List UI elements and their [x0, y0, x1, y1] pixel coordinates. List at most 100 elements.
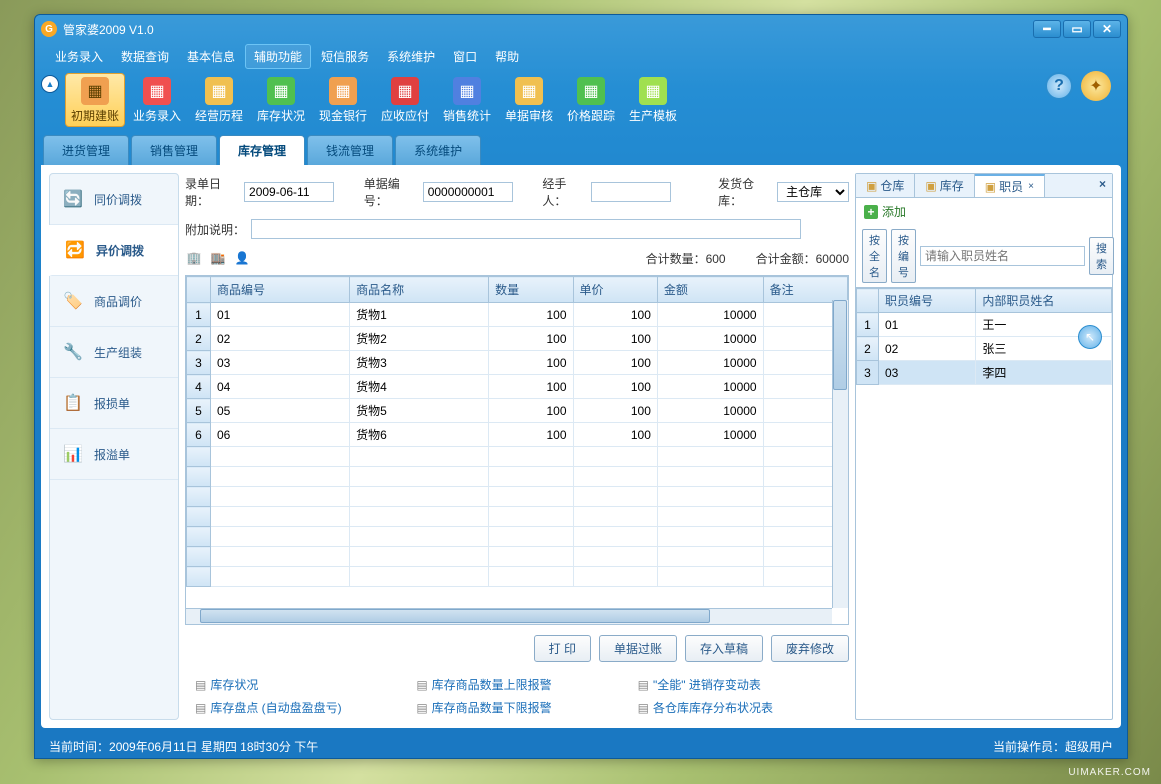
person-icon[interactable]: 👤 — [233, 249, 251, 267]
nav-item-3[interactable]: 🔧生产组装 — [50, 327, 178, 378]
minimize-button[interactable]: ━ — [1033, 20, 1061, 38]
table-row[interactable]: 202货物210010010000 — [187, 327, 848, 351]
grid-header-2[interactable]: 商品名称 — [350, 277, 489, 303]
date-input[interactable] — [244, 182, 334, 202]
close-button[interactable]: ✕ — [1093, 20, 1121, 38]
toolbar-btn-5[interactable]: ▦应收应付 — [375, 73, 435, 127]
rgrid-header-2[interactable]: 内部职员姓名 — [976, 289, 1112, 313]
right-tab-1[interactable]: ▣库存 — [915, 174, 974, 197]
quick-link-3[interactable]: ▤库存盘点 (自动盘盈盘亏) — [195, 699, 396, 716]
quick-link-5[interactable]: ▤各仓库库存分布状况表 — [638, 699, 839, 716]
grid-header-5[interactable]: 金额 — [657, 277, 763, 303]
menu-6[interactable]: 窗口 — [445, 45, 485, 68]
right-tab-0[interactable]: ▣仓库 — [856, 174, 915, 197]
menu-1[interactable]: 数据查询 — [113, 45, 177, 68]
note-input[interactable] — [251, 219, 801, 239]
table-row-empty[interactable] — [187, 487, 848, 507]
quick-link-1[interactable]: ▤库存商品数量上限报警 — [416, 676, 617, 693]
table-row-empty[interactable] — [187, 507, 848, 527]
toolbar-btn-7[interactable]: ▦单据审核 — [499, 73, 559, 127]
employee-grid: 职员编号内部职员姓名101王一202张三303李四 ↖ — [856, 287, 1112, 719]
building2-icon[interactable]: 🏬 — [209, 249, 227, 267]
search-button[interactable]: 搜索 — [1089, 237, 1114, 275]
toolbar-icon-5: ▦ — [391, 77, 419, 105]
doc-input[interactable] — [423, 182, 513, 202]
grid-header-4[interactable]: 单价 — [573, 277, 657, 303]
nav-icon-2: 🏷️ — [62, 290, 84, 312]
quick-link-0[interactable]: ▤库存状况 — [195, 676, 396, 693]
building1-icon[interactable]: 🏢 — [185, 249, 203, 267]
menu-2[interactable]: 基本信息 — [179, 45, 243, 68]
toolbar-btn-0[interactable]: ▦初期建账 — [65, 73, 125, 127]
nav-item-4[interactable]: 📋报损单 — [50, 378, 178, 429]
menu-7[interactable]: 帮助 — [487, 45, 527, 68]
arrow-up-icon[interactable]: ↖ — [1078, 325, 1102, 349]
rgrid-header-1[interactable]: 职员编号 — [879, 289, 976, 313]
toolbar-btn-6[interactable]: ▦销售统计 — [437, 73, 497, 127]
action-btn-3[interactable]: 废弃修改 — [771, 635, 849, 662]
main-tab-0[interactable]: 进货管理 — [43, 135, 129, 165]
collapse-toolbar-icon[interactable]: ▲ — [41, 75, 59, 93]
table-row[interactable]: 505货物510010010000 — [187, 399, 848, 423]
add-button[interactable]: + 添加 — [856, 198, 1112, 225]
menu-4[interactable]: 短信服务 — [313, 45, 377, 68]
warehouse-select[interactable]: 主仓库 — [777, 182, 849, 202]
main-grid: 商品编号商品名称数量单价金额备注101货物110010010000202货物21… — [185, 275, 849, 625]
table-row-empty[interactable] — [187, 567, 848, 587]
status-time-label: 当前时间： — [49, 738, 109, 755]
link-icon: ▤ — [638, 678, 649, 692]
menu-0[interactable]: 业务录入 — [47, 45, 111, 68]
table-row[interactable]: 606货物610010010000 — [187, 423, 848, 447]
toolbar-btn-8[interactable]: ▦价格跟踪 — [561, 73, 621, 127]
toolbar-btn-4[interactable]: ▦现金银行 — [313, 73, 373, 127]
search-input[interactable] — [920, 246, 1085, 266]
action-btn-2[interactable]: 存入草稿 — [685, 635, 763, 662]
help-icon[interactable]: ? — [1045, 72, 1073, 100]
handler-input[interactable] — [591, 182, 671, 202]
tab-close-icon[interactable]: × — [1028, 181, 1034, 192]
main-tab-1[interactable]: 销售管理 — [131, 135, 217, 165]
quick-link-4[interactable]: ▤库存商品数量下限报警 — [416, 699, 617, 716]
panel-close-icon[interactable]: × — [1099, 177, 1106, 191]
right-tab-2[interactable]: ▣职员× — [975, 174, 1045, 197]
employee-row[interactable]: 202张三 — [857, 337, 1112, 361]
toolbar-btn-1[interactable]: ▦业务录入 — [127, 73, 187, 127]
nav-item-0[interactable]: 🔄同价调拨 — [50, 174, 178, 225]
action-btn-0[interactable]: 打 印 — [534, 635, 591, 662]
nav-item-1[interactable]: 🔁异价调拨 — [49, 225, 178, 276]
menu-5[interactable]: 系统维护 — [379, 45, 443, 68]
warehouse-label: 发货仓库： — [718, 175, 771, 209]
employee-row[interactable]: 101王一 — [857, 313, 1112, 337]
by-name-button[interactable]: 按全名 — [862, 229, 887, 283]
table-row-empty[interactable] — [187, 447, 848, 467]
grid-header-1[interactable]: 商品编号 — [211, 277, 350, 303]
table-row-empty[interactable] — [187, 527, 848, 547]
grid-header-3[interactable]: 数量 — [489, 277, 573, 303]
logo-swirl-icon[interactable]: ✦ — [1081, 71, 1111, 101]
toolbar-btn-3[interactable]: ▦库存状况 — [251, 73, 311, 127]
table-row-empty[interactable] — [187, 467, 848, 487]
main-tab-2[interactable]: 库存管理 — [219, 135, 305, 165]
employee-row[interactable]: 303李四 — [857, 361, 1112, 385]
nav-item-2[interactable]: 🏷️商品调价 — [50, 276, 178, 327]
table-row[interactable]: 303货物310010010000 — [187, 351, 848, 375]
table-row-empty[interactable] — [187, 547, 848, 567]
grid-header-0[interactable] — [187, 277, 211, 303]
grid-header-6[interactable]: 备注 — [763, 277, 847, 303]
table-row[interactable]: 101货物110010010000 — [187, 303, 848, 327]
quick-link-2[interactable]: ▤"全能" 进销存变动表 — [638, 676, 839, 693]
main-tab-4[interactable]: 系统维护 — [395, 135, 481, 165]
maximize-button[interactable]: ▭ — [1063, 20, 1091, 38]
action-btn-1[interactable]: 单据过账 — [599, 635, 677, 662]
menu-3[interactable]: 辅助功能 — [245, 44, 311, 69]
toolbar-btn-9[interactable]: ▦生产模板 — [623, 73, 683, 127]
main-tab-3[interactable]: 钱流管理 — [307, 135, 393, 165]
titlebar[interactable]: G 管家婆2009 V1.0 ━ ▭ ✕ — [35, 15, 1127, 43]
grid-scrollbar-vertical[interactable] — [832, 300, 848, 608]
toolbar-btn-2[interactable]: ▦经营历程 — [189, 73, 249, 127]
table-row[interactable]: 404货物410010010000 — [187, 375, 848, 399]
nav-item-5[interactable]: 📊报溢单 — [50, 429, 178, 480]
by-code-button[interactable]: 按编号 — [891, 229, 916, 283]
grid-scrollbar-horizontal[interactable] — [186, 608, 832, 624]
rgrid-header-0[interactable] — [857, 289, 879, 313]
